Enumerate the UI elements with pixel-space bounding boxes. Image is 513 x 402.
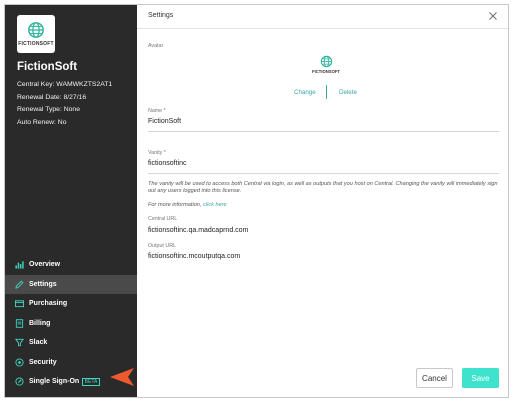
vanity-field[interactable]: fictionsoftinc <box>148 160 187 167</box>
close-icon[interactable] <box>488 11 498 21</box>
sidebar-item-purchasing[interactable]: Purchasing <box>5 294 137 314</box>
beta-badge: BETA <box>82 377 100 386</box>
globe-icon <box>28 22 44 38</box>
panel-title: Settings <box>148 12 174 19</box>
renewal-date: Renewal Date: 8/27/16 <box>17 93 87 101</box>
sidebar-item-label: Security <box>29 358 57 366</box>
chart-icon <box>15 260 24 269</box>
auto-renew: Auto Renew: No <box>17 118 67 126</box>
delete-avatar-link[interactable]: Delete <box>339 89 357 96</box>
avatar-text: FICTIONSOFT <box>312 69 340 74</box>
more-info-text: For more information, click here <box>148 202 227 208</box>
key-icon <box>15 377 24 386</box>
logo-text: FICTIONSOFT <box>18 41 54 47</box>
license-meta: Central Key: WAMWKZTS2AT1 Renewal Date: … <box>17 79 112 129</box>
globe-icon <box>320 55 332 68</box>
output-url-label: Output URL <box>148 243 176 249</box>
more-info-label: For more information, <box>148 202 202 208</box>
divider <box>326 85 327 99</box>
company-name: FictionSoft <box>17 61 78 73</box>
sidebar: FICTIONSOFT FictionSoft Central Key: WAM… <box>5 5 137 397</box>
pointer-arrow-icon <box>110 368 134 386</box>
card-icon <box>15 299 24 308</box>
receipt-icon <box>15 319 24 328</box>
avatar-label: Avatar <box>148 43 164 49</box>
output-url-value: fictionsoftinc.mcoutputqa.com <box>148 253 241 260</box>
vanity-field-underline <box>148 173 499 174</box>
save-button[interactable]: Save <box>462 368 499 388</box>
panel-header: Settings <box>137 5 508 29</box>
sidebar-item-billing[interactable]: Billing <box>5 314 137 334</box>
central-url-label: Central URL <box>148 216 178 222</box>
shield-icon <box>15 358 24 367</box>
sidebar-item-label: Settings <box>29 280 57 288</box>
sidebar-item-label: Slack <box>29 339 48 347</box>
renewal-type: Renewal Type: None <box>17 106 80 114</box>
click-here-link[interactable]: click here <box>203 202 227 208</box>
sidebar-item-overview[interactable]: Overview <box>5 255 137 275</box>
sidebar-item-slack[interactable]: Slack <box>5 333 137 353</box>
sidebar-item-label: Single Sign-On <box>29 378 80 386</box>
vanity-notice: The vanity will be used to access both C… <box>148 181 498 194</box>
settings-panel: Settings Avatar FICTIONSOFT Change Delet… <box>137 5 508 397</box>
app-window: FICTIONSOFT FictionSoft Central Key: WAM… <box>4 4 509 398</box>
change-avatar-link[interactable]: Change <box>294 89 316 96</box>
avatar: FICTIONSOFT <box>311 55 341 79</box>
name-field-underline <box>148 131 499 132</box>
central-url-value: fictionsoftinc.qa.madcaprnd.com <box>148 227 249 234</box>
sidebar-item-label: Overview <box>29 261 61 269</box>
name-field[interactable]: FictionSoft <box>148 118 181 125</box>
funnel-icon <box>15 338 24 347</box>
sidebar-item-settings[interactable]: Settings <box>5 274 137 294</box>
company-logo: FICTIONSOFT <box>17 15 55 53</box>
sidebar-item-label: Billing <box>29 319 51 327</box>
pencil-icon <box>15 280 24 289</box>
vanity-label: Vanity * <box>148 150 166 156</box>
central-key: Central Key: WAMWKZTS2AT1 <box>17 81 113 88</box>
name-label: Name * <box>148 108 166 114</box>
cancel-button[interactable]: Cancel <box>416 368 453 388</box>
sidebar-item-label: Purchasing <box>29 300 68 308</box>
